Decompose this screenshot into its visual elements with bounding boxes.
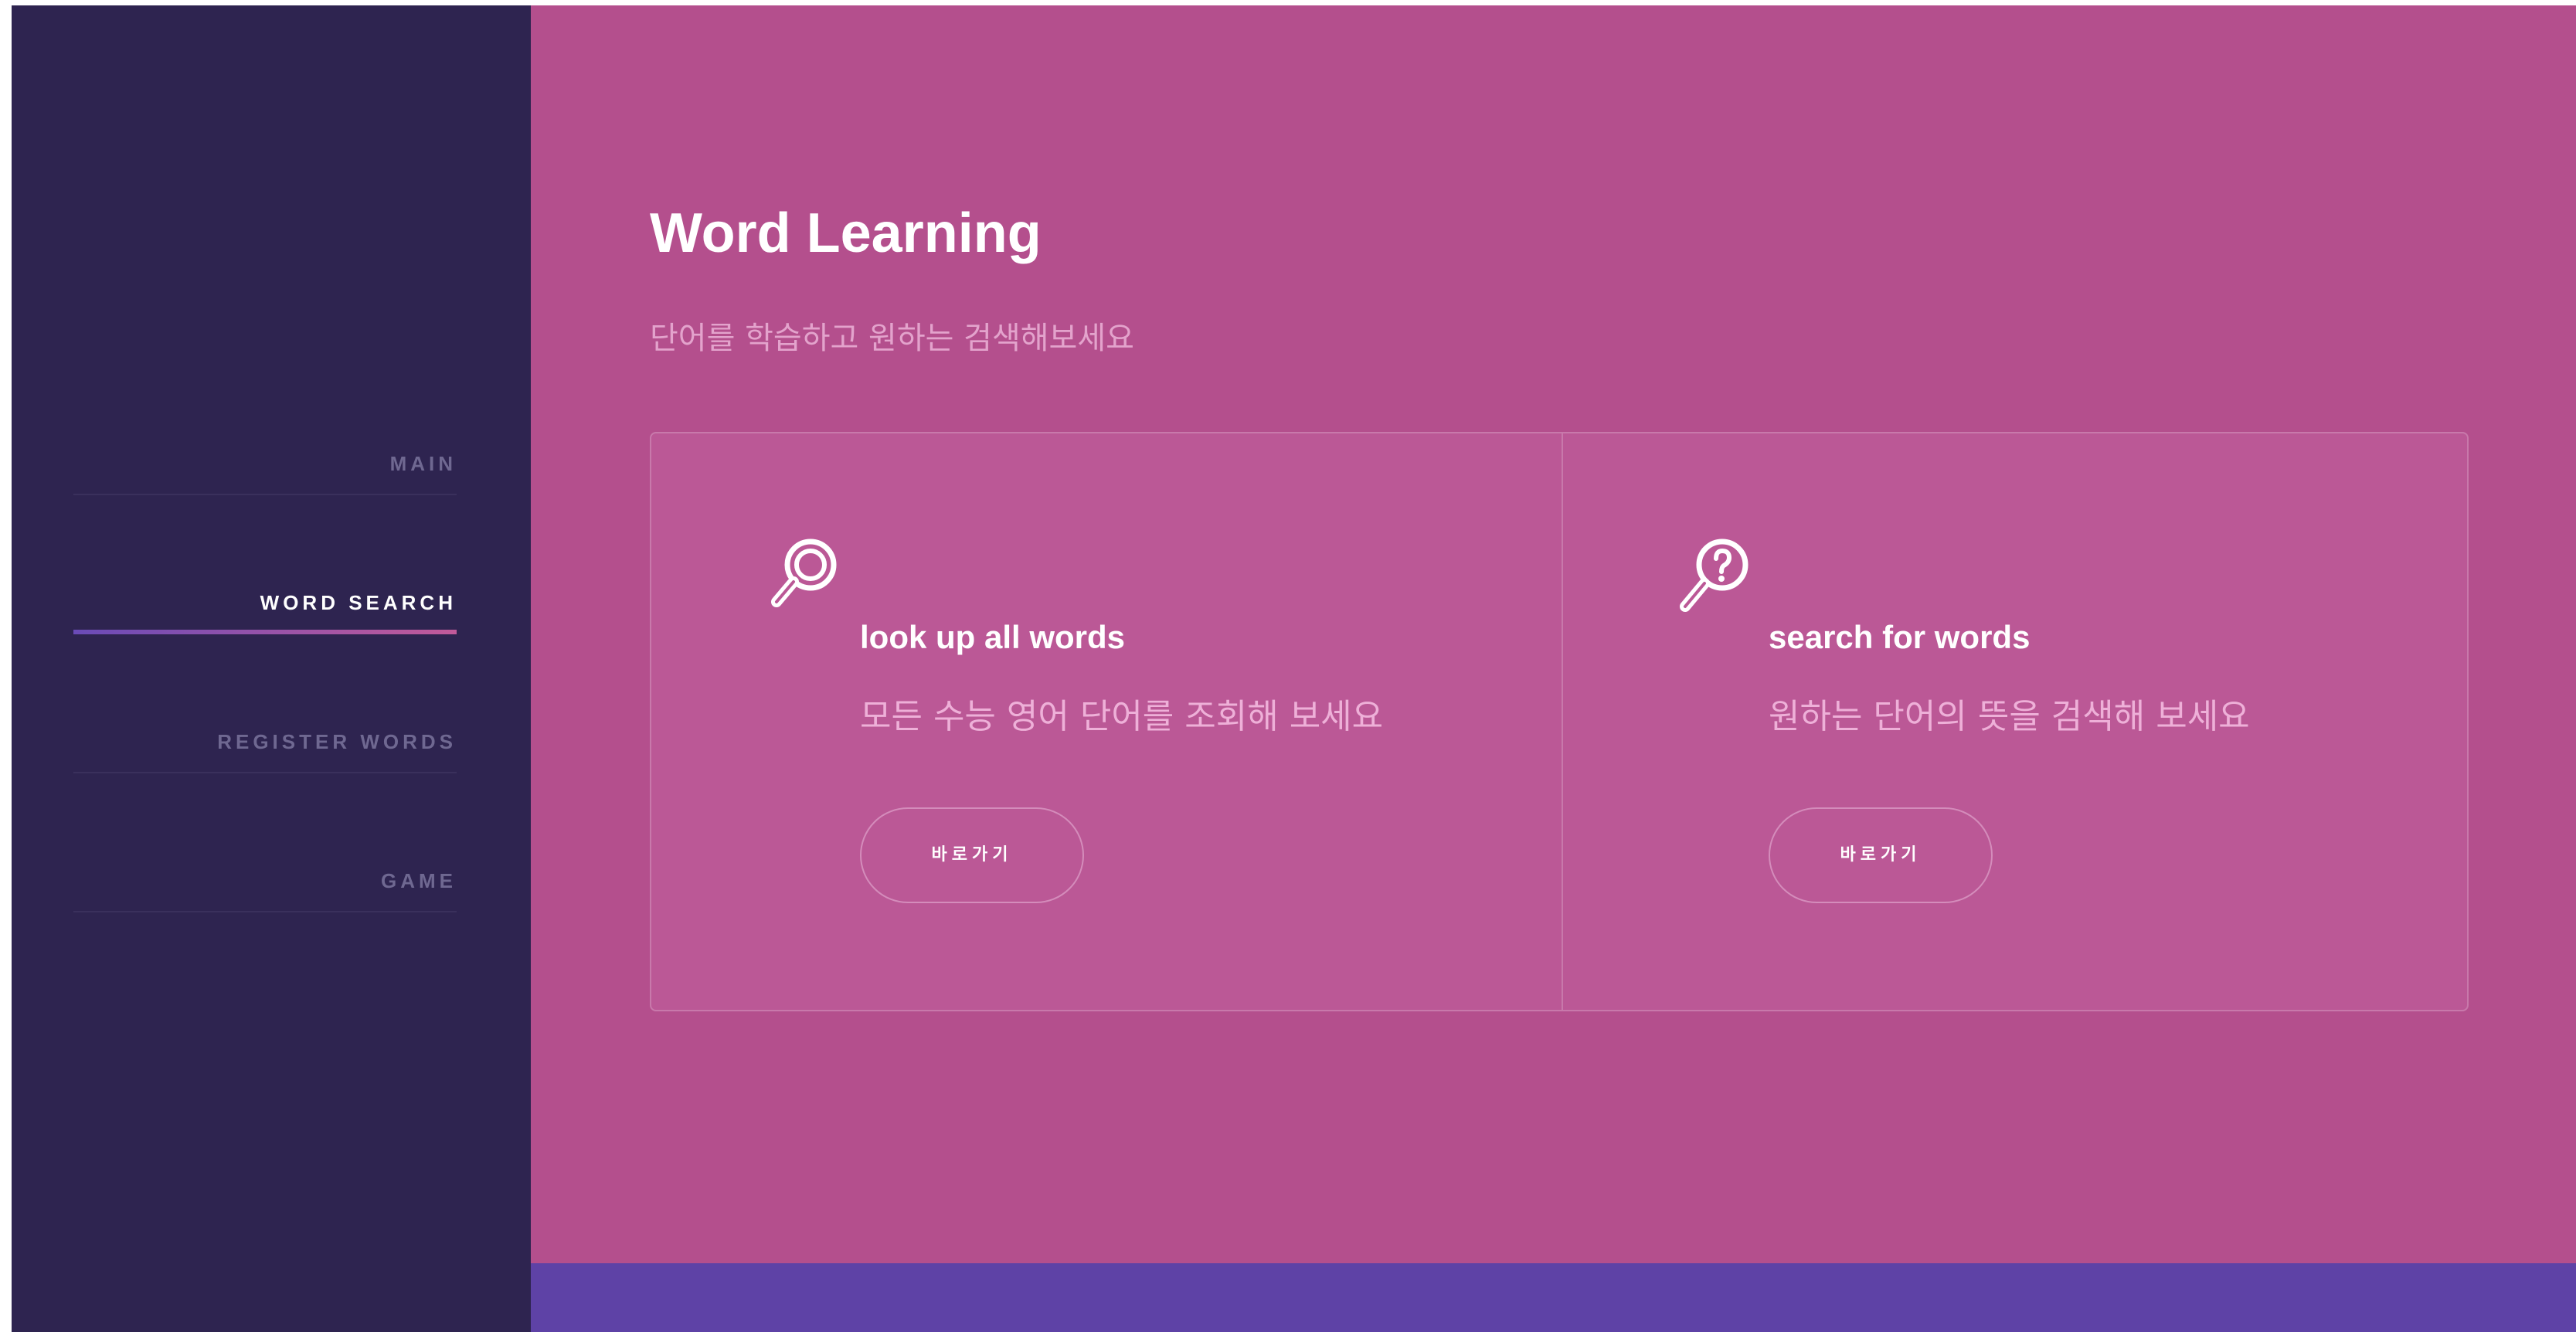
sidebar-item-label: MAIN bbox=[389, 452, 457, 475]
card-description: 원하는 단어의 뜻을 검색해 보세요 bbox=[1769, 697, 2250, 736]
sidebar-item-label: WORD SEARCH bbox=[260, 591, 457, 614]
app-frame: MAIN WORD SEARCH REGISTER WORDS GAME Wor… bbox=[12, 5, 2576, 1332]
page-subtitle: 단어를 학습하고 원하는 검색해보세요 bbox=[650, 321, 1134, 356]
go-button[interactable]: 바로가기 bbox=[1769, 807, 1993, 903]
page-title: Word Learning bbox=[650, 202, 1042, 264]
sidebar-item-label: REGISTER WORDS bbox=[217, 730, 457, 753]
card-title: look up all words bbox=[860, 619, 1126, 655]
card-description: 모든 수능 영어 단어를 조회해 보세요 bbox=[860, 697, 1384, 736]
main-content: Word Learning 단어를 학습하고 원하는 검색해보세요 look u… bbox=[531, 5, 2576, 1263]
feature-cards: look up all words 모든 수능 영어 단어를 조회해 보세요 바… bbox=[650, 432, 2469, 1011]
sidebar-item-main[interactable]: MAIN bbox=[73, 441, 457, 495]
sidebar: MAIN WORD SEARCH REGISTER WORDS GAME bbox=[12, 5, 531, 1332]
sidebar-item-register-words[interactable]: REGISTER WORDS bbox=[73, 719, 457, 773]
sidebar-item-label: GAME bbox=[381, 869, 457, 892]
sidebar-item-word-search[interactable]: WORD SEARCH bbox=[73, 580, 457, 634]
sidebar-item-game[interactable]: GAME bbox=[73, 858, 457, 912]
card-title: search for words bbox=[1769, 619, 2031, 655]
magnifier-icon bbox=[769, 534, 843, 614]
card-look-up-all-words: look up all words 모든 수능 영어 단어를 조회해 보세요 바… bbox=[651, 433, 1563, 1010]
footer-bar bbox=[531, 1263, 2576, 1332]
magnifier-question-icon bbox=[1677, 534, 1752, 614]
card-search-for-words: search for words 원하는 단어의 뜻을 검색해 보세요 바로가기 bbox=[1563, 433, 2469, 1010]
go-button[interactable]: 바로가기 bbox=[860, 807, 1084, 903]
